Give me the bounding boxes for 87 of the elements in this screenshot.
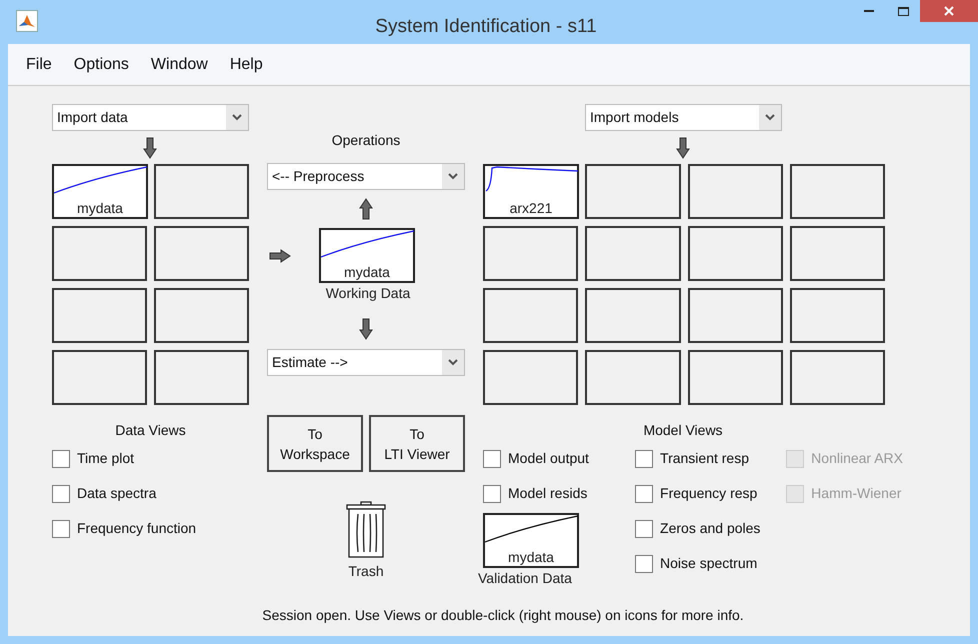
menu-item[interactable]: Window bbox=[150, 52, 208, 76]
chevron-down-icon bbox=[232, 114, 242, 121]
arrow-icon bbox=[359, 198, 373, 220]
app-icon bbox=[16, 10, 38, 32]
checkbox[interactable] bbox=[635, 554, 654, 572]
window-title: System Identification - s11 bbox=[374, 15, 598, 39]
arrow-icon bbox=[359, 318, 373, 340]
dropdown[interactable]: Import models bbox=[585, 104, 782, 131]
dropdown[interactable]: Import data bbox=[52, 104, 249, 131]
empty-tile[interactable] bbox=[688, 288, 783, 343]
checkbox-label: Noise spectrum bbox=[660, 554, 758, 573]
action-button[interactable]: To LTI Viewer bbox=[369, 415, 465, 472]
empty-tile[interactable] bbox=[52, 226, 147, 281]
icon-tile[interactable]: arx221 bbox=[483, 164, 579, 219]
empty-tile[interactable] bbox=[790, 288, 885, 343]
empty-tile[interactable] bbox=[585, 164, 680, 219]
checkbox[interactable] bbox=[52, 520, 70, 538]
tile-label: mydata bbox=[77, 199, 123, 217]
checkbox[interactable] bbox=[483, 450, 501, 468]
checkbox-label: Model resids bbox=[508, 484, 588, 503]
empty-tile[interactable] bbox=[52, 350, 147, 405]
empty-tile[interactable] bbox=[154, 226, 249, 281]
checkbox-label: Model output bbox=[508, 449, 589, 468]
icon-tile[interactable]: mydata bbox=[52, 164, 148, 219]
empty-tile[interactable] bbox=[154, 164, 249, 219]
checkbox-label: Transient resp bbox=[660, 449, 749, 468]
checkbox[interactable] bbox=[635, 450, 654, 468]
curve-icon bbox=[485, 515, 578, 545]
empty-tile[interactable] bbox=[154, 288, 249, 343]
empty-tile[interactable] bbox=[154, 350, 249, 405]
checkbox-label: Hamm-Wiener bbox=[811, 484, 902, 503]
close-icon bbox=[944, 6, 954, 16]
empty-tile[interactable] bbox=[585, 288, 680, 343]
empty-tile[interactable] bbox=[688, 350, 783, 405]
tile-label: mydata bbox=[344, 263, 390, 281]
section-title: Data Views bbox=[114, 421, 187, 440]
empty-tile[interactable] bbox=[52, 288, 147, 343]
checkbox-label: Zeros and poles bbox=[660, 519, 760, 538]
checkbox-label: Data spectra bbox=[77, 484, 156, 503]
empty-tile[interactable] bbox=[790, 226, 885, 281]
maximize-icon bbox=[898, 6, 908, 16]
empty-tile[interactable] bbox=[483, 350, 578, 405]
chevron-down-icon bbox=[448, 359, 458, 366]
status-message: Session open. Use Views or double-click (right mouse) on icons for more info. bbox=[262, 606, 744, 625]
chevron-down-icon bbox=[765, 114, 775, 121]
tile-label: arx221 bbox=[510, 199, 552, 217]
checkbox-label: Frequency function bbox=[77, 519, 196, 538]
empty-tile[interactable] bbox=[790, 350, 885, 405]
checkbox[interactable] bbox=[52, 450, 70, 468]
empty-tile[interactable] bbox=[688, 226, 783, 281]
icon-tile[interactable]: mydata bbox=[483, 513, 579, 568]
action-button[interactable]: To Workspace bbox=[267, 415, 363, 472]
tile-caption: Validation Data bbox=[478, 569, 572, 588]
empty-tile[interactable] bbox=[483, 288, 578, 343]
checkbox[interactable] bbox=[635, 520, 654, 538]
menu-item[interactable]: File bbox=[26, 52, 52, 76]
checkbox-label: Frequency resp bbox=[660, 484, 758, 503]
empty-tile[interactable] bbox=[585, 226, 680, 281]
curve-icon bbox=[321, 230, 414, 260]
empty-tile[interactable] bbox=[688, 164, 783, 219]
trash-icon[interactable] bbox=[346, 499, 386, 559]
dropdown[interactable]: <-- Preprocess bbox=[267, 163, 465, 190]
tile-caption: Working Data bbox=[324, 284, 410, 303]
checkbox[interactable] bbox=[52, 484, 70, 502]
checkbox-label: Nonlinear ARX bbox=[811, 449, 903, 468]
empty-tile[interactable] bbox=[585, 350, 680, 405]
dropdown[interactable]: Estimate --> bbox=[267, 349, 465, 376]
trash-label: Trash bbox=[348, 562, 384, 581]
arrow-icon bbox=[676, 136, 690, 158]
tile-label: mydata bbox=[508, 548, 554, 566]
checkbox-label: Time plot bbox=[77, 449, 134, 468]
arrow-icon bbox=[269, 248, 291, 262]
section-title: Model Views bbox=[642, 421, 724, 440]
section-title: Operations bbox=[332, 131, 400, 150]
curve-icon bbox=[54, 166, 147, 196]
empty-tile[interactable] bbox=[483, 226, 578, 281]
icon-tile[interactable]: mydata bbox=[319, 228, 415, 283]
empty-tile[interactable] bbox=[790, 164, 885, 219]
checkbox[interactable] bbox=[635, 484, 654, 502]
menu-item[interactable]: Options bbox=[74, 52, 129, 76]
minimize-icon bbox=[864, 10, 874, 12]
chevron-down-icon bbox=[448, 173, 458, 180]
arrow-icon bbox=[143, 136, 157, 158]
close-button[interactable] bbox=[920, 0, 978, 22]
checkbox[interactable] bbox=[483, 484, 501, 502]
curve-icon bbox=[485, 166, 578, 194]
menu-item[interactable]: Help bbox=[230, 52, 263, 76]
